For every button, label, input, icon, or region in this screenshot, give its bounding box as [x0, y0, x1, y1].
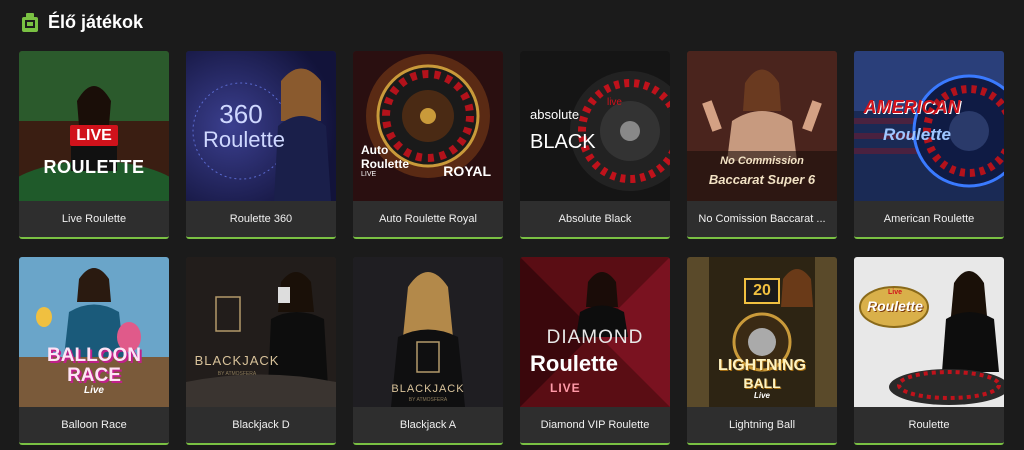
game-card-roulette[interactable]: Live Roulette Roulette [854, 257, 1004, 445]
game-card-roulette-360[interactable]: 360 Roulette Roulette 360 [186, 51, 336, 239]
game-card-blackjack-a[interactable]: BLACKJACK BY ATMOSFERA Blackjack A [353, 257, 503, 445]
game-card-balloon-race[interactable]: BALLOON RACE Live Balloon Race [19, 257, 169, 445]
thumb-absolute: absolute [530, 107, 580, 122]
thumb-race: RACE [67, 365, 121, 386]
game-title: Blackjack D [232, 419, 290, 431]
game-title: Balloon Race [61, 419, 127, 431]
thumb-roulette: Roulette [530, 351, 618, 376]
game-thumbnail: BLACKJACK BY ATMOSFERA [353, 257, 503, 407]
thumb-roulette: Roulette [867, 298, 923, 314]
thumb-lightning: LIGHTNING [718, 357, 806, 374]
thumb-by: BY ATMOSFERA [408, 397, 448, 403]
games-grid: LIVE ROULETTE Live Roulette 360 Roulette… [19, 51, 1005, 445]
game-card-auto-roulette-royal[interactable]: Auto Roulette LIVE ROYAL Auto Roulette R… [353, 51, 503, 239]
game-title: Auto Roulette Royal [379, 213, 477, 225]
game-thumbnail: AMERICAN Roulette [854, 51, 1004, 201]
thumb-american: AMERICAN [863, 97, 961, 117]
game-title: Roulette [908, 419, 950, 431]
game-thumbnail: live absolute BLACK [520, 51, 670, 201]
thumb-auto: Auto [361, 143, 389, 157]
thumb-title: Roulette [203, 127, 285, 152]
game-thumbnail: 20 LIGHTNING BALL Live [687, 257, 837, 407]
game-card-absolute-black[interactable]: live absolute BLACK Absolute Black [520, 51, 670, 239]
thumb-blackjack: BLACKJACK [194, 353, 280, 368]
game-thumbnail: Live Roulette [854, 257, 1004, 407]
game-thumbnail: BALLOON RACE Live [19, 257, 169, 407]
thumb-ball: BALL [743, 375, 781, 391]
thumb-diamond: DIAMOND [546, 327, 644, 348]
section-title: Élő játékok [48, 11, 144, 32]
game-thumbnail: 360 Roulette [186, 51, 336, 201]
thumb-live-badge: LIVE [70, 125, 118, 146]
game-title: Roulette 360 [229, 213, 293, 225]
thumb-number: 360 [219, 99, 263, 129]
game-thumbnail: Auto Roulette LIVE ROYAL [353, 51, 503, 201]
thumb-live: LIVE [550, 381, 581, 395]
thumb-roulette: Roulette [883, 125, 951, 144]
thumb-balloon: BALLOON [47, 345, 141, 366]
thumb-live: Live [887, 289, 902, 296]
game-title: Lightning Ball [728, 419, 796, 431]
thumb-by: BY ATMOSFERA [217, 371, 257, 377]
game-title: Diamond VIP Roulette [540, 419, 650, 431]
game-card-lightning-ball[interactable]: 20 LIGHTNING BALL Live Lightning Ball [687, 257, 837, 445]
game-thumbnail: LIVE ROULETTE [19, 51, 169, 201]
thumb-live: live [606, 97, 622, 108]
thumb-live: Live [83, 385, 104, 396]
game-card-diamond-vip-roulette[interactable]: DIAMOND Roulette LIVE Diamond VIP Roulet… [520, 257, 670, 445]
thumb-subtitle: No Commission [720, 155, 804, 167]
thumb-title: Baccarat Super 6 [708, 172, 816, 187]
thumb-live: LIVE [361, 171, 377, 178]
game-thumbnail: DIAMOND Roulette LIVE [520, 257, 670, 407]
game-card-no-commission-baccarat[interactable]: No Commission Baccarat Super 6 No Comiss… [687, 51, 837, 239]
game-thumbnail: No Commission Baccarat Super 6 [687, 51, 837, 201]
game-title: Blackjack A [399, 419, 457, 431]
thumb-black: BLACK [530, 131, 596, 153]
game-card-american-roulette[interactable]: AMERICAN Roulette American Roulette [854, 51, 1004, 239]
game-title: No Comission Baccarat ... [698, 213, 826, 225]
game-title: Live Roulette [61, 213, 127, 225]
game-card-live-roulette[interactable]: LIVE ROULETTE Live Roulette [19, 51, 169, 239]
section-header: Élő játékok [20, 10, 143, 34]
game-title: Absolute Black [558, 213, 632, 225]
thumb-title: ROULETTE [43, 157, 145, 177]
game-thumbnail: BLACKJACK BY ATMOSFERA [186, 257, 336, 407]
live-cards-icon [20, 11, 40, 33]
game-card-blackjack-d[interactable]: BLACKJACK BY ATMOSFERA Blackjack D [186, 257, 336, 445]
thumb-live: Live [753, 391, 770, 400]
thumb-multiplier: 20 [753, 282, 771, 299]
game-title: American Roulette [883, 213, 975, 225]
thumb-roulette: Roulette [361, 157, 409, 171]
thumb-royal: ROYAL [443, 163, 491, 179]
thumb-blackjack: BLACKJACK [391, 383, 465, 395]
